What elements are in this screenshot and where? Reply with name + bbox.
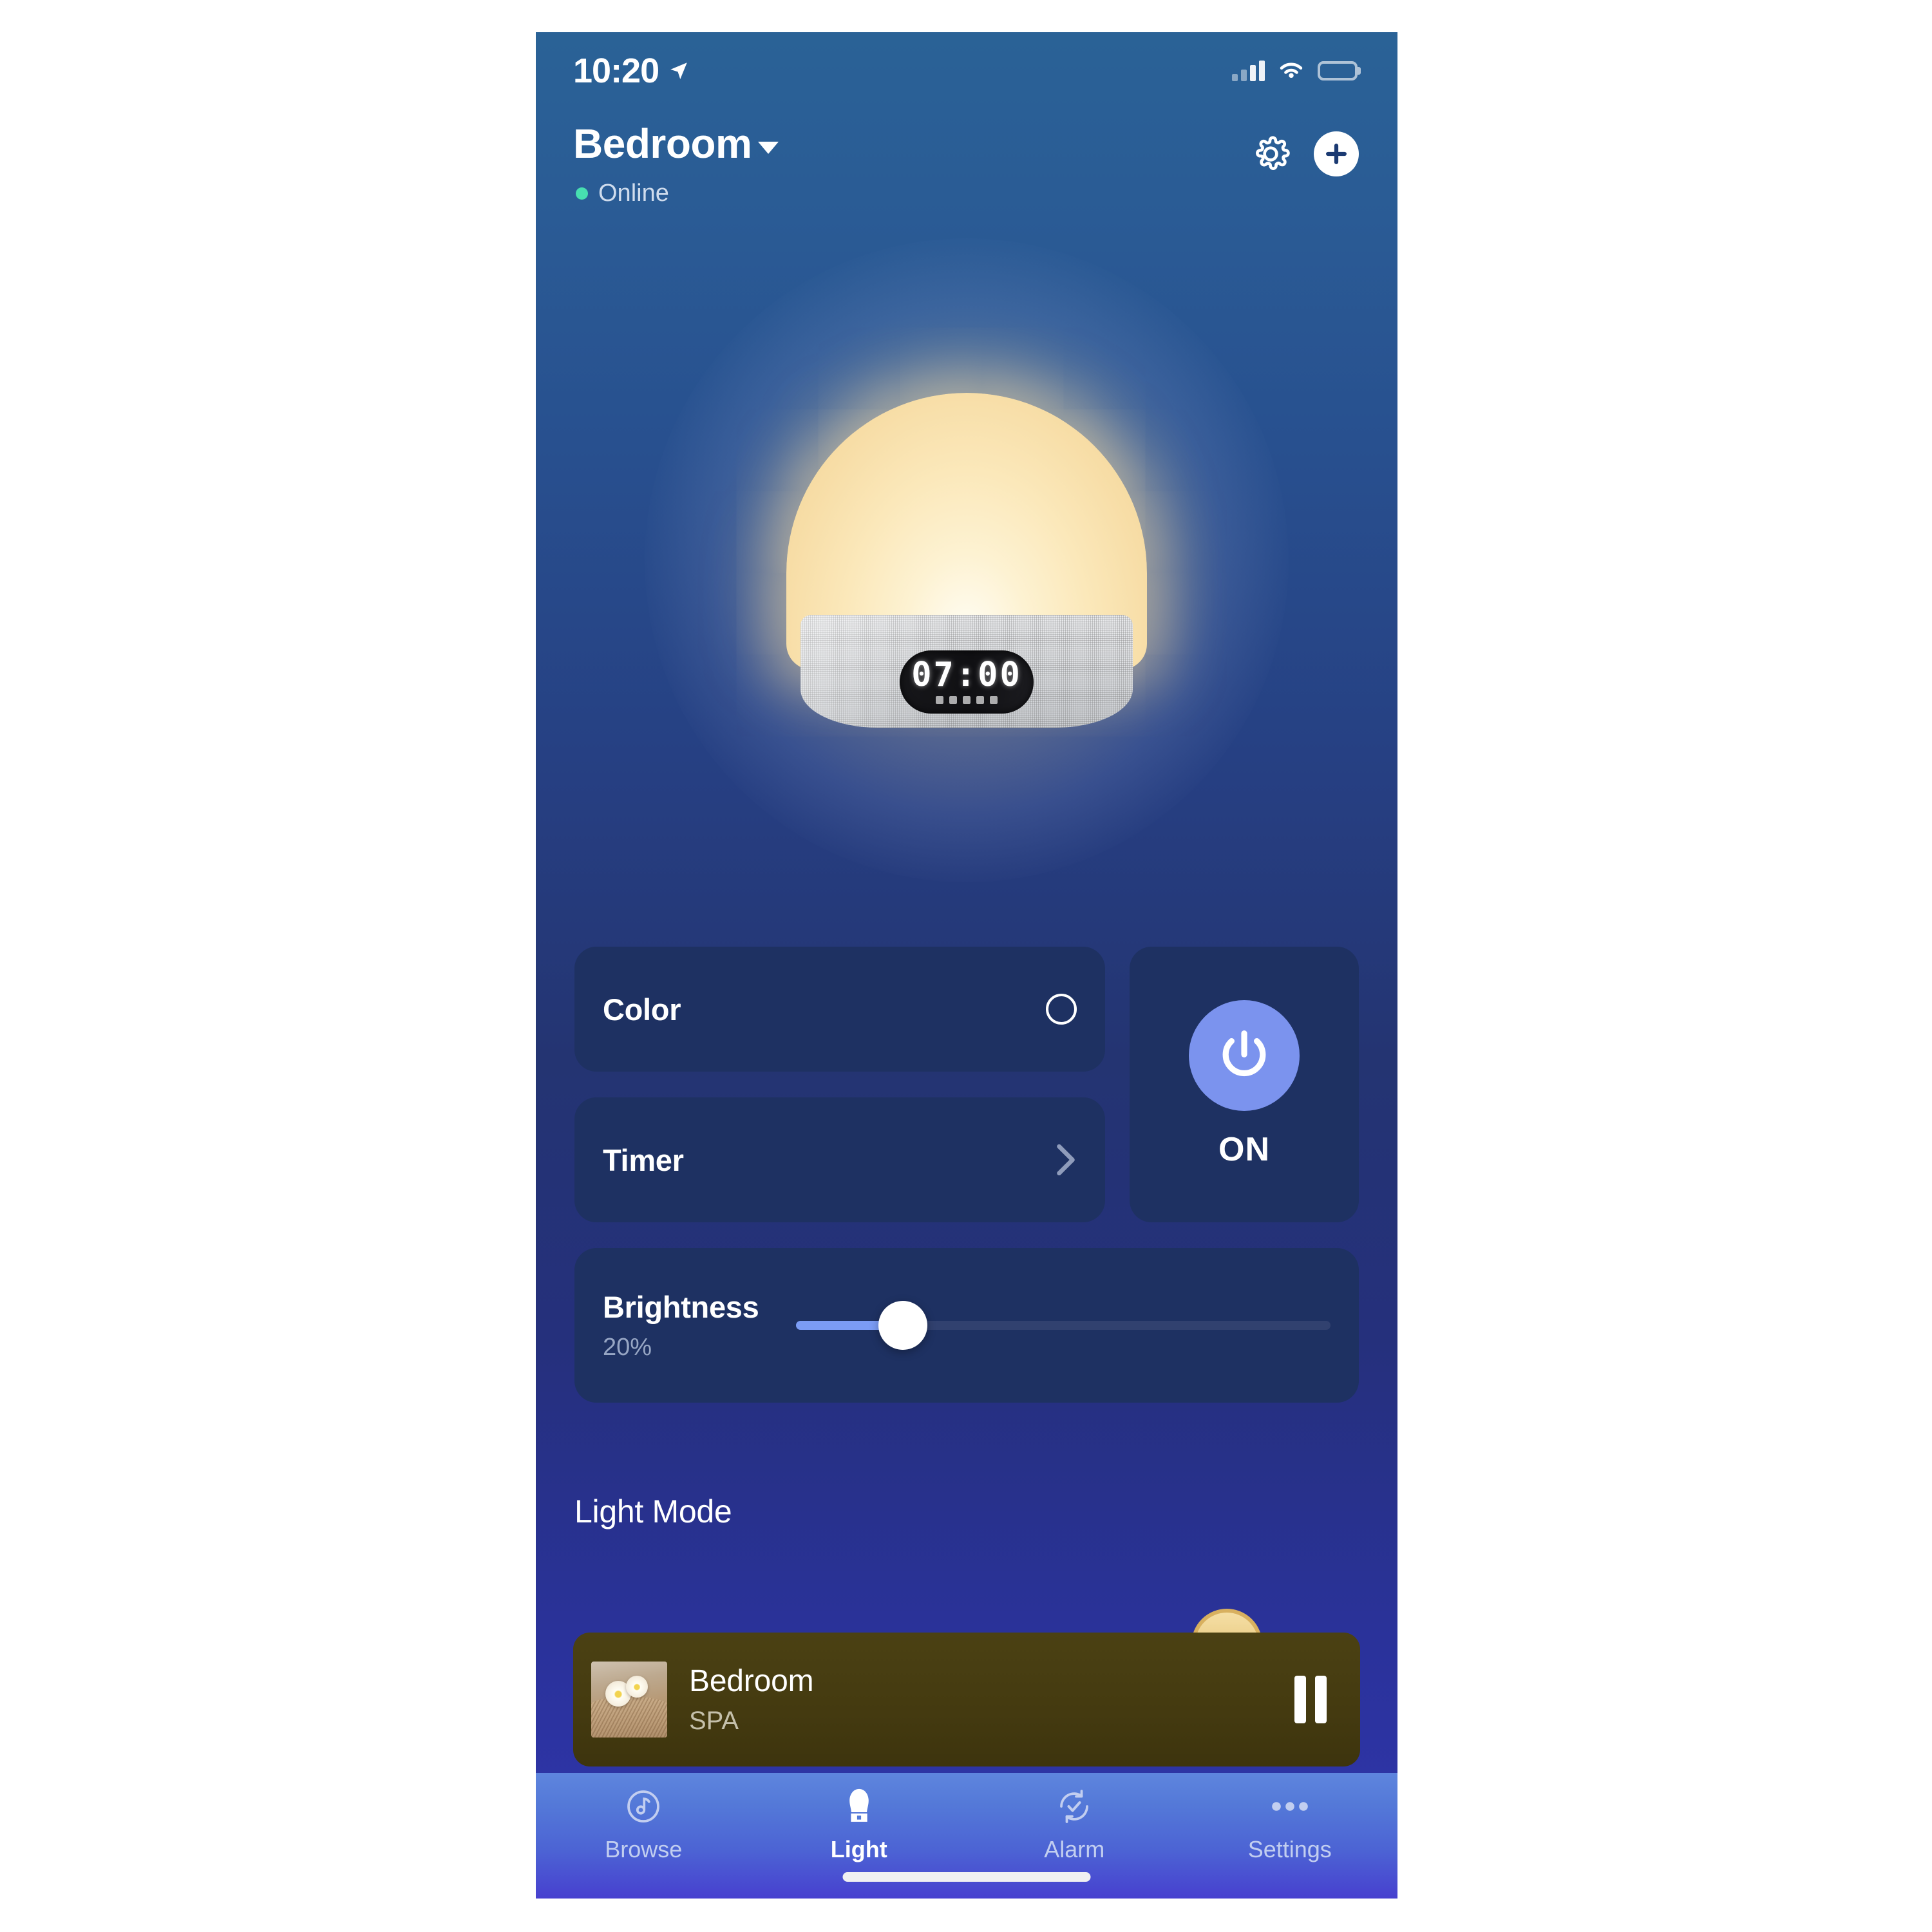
- color-circle-swatch[interactable]: [1046, 994, 1077, 1025]
- tab-light-label: Light: [830, 1836, 887, 1862]
- bottom-tab-bar: Browse Light Alarm Settings: [536, 1773, 1397, 1899]
- slider-knob[interactable]: [878, 1301, 927, 1350]
- brightness-card: Brightness 20%: [574, 1248, 1359, 1403]
- brightness-texts: Brightness 20%: [603, 1289, 796, 1361]
- tab-alarm[interactable]: Alarm: [967, 1785, 1182, 1863]
- timer-card[interactable]: Timer: [574, 1097, 1105, 1222]
- music-note-circle-icon: [624, 1785, 663, 1828]
- cellular-signal-icon: [1232, 61, 1265, 81]
- color-card[interactable]: Color: [574, 947, 1105, 1072]
- status-bar-time: 10:20: [573, 52, 659, 90]
- power-button[interactable]: [1189, 1000, 1300, 1111]
- status-bar: 10:20: [536, 32, 1397, 109]
- power-icon: [1222, 1030, 1266, 1077]
- brightness-label: Brightness: [603, 1290, 759, 1324]
- controls-section: Color Timer ON Brightness 20%: [574, 947, 1359, 1403]
- location-arrow-icon: [670, 62, 687, 79]
- chevron-right-icon: [1057, 1144, 1075, 1176]
- controls-left-column: Color Timer: [574, 947, 1105, 1222]
- media-title: Bedroom: [689, 1664, 814, 1698]
- room-name: Bedroom: [573, 120, 752, 167]
- tab-settings[interactable]: Settings: [1182, 1785, 1398, 1863]
- spa-flowers-thumbnail: [591, 1662, 667, 1738]
- power-state-label: ON: [1218, 1131, 1270, 1168]
- ellipsis-icon: [1270, 1785, 1310, 1828]
- brightness-value: 20%: [603, 1334, 652, 1361]
- media-subtitle: SPA: [689, 1707, 739, 1735]
- room-selector[interactable]: Bedroom: [573, 122, 779, 166]
- media-player-bar[interactable]: Bedroom SPA: [573, 1633, 1360, 1766]
- tab-browse[interactable]: Browse: [536, 1785, 752, 1863]
- header-left: Bedroom Online: [573, 116, 779, 207]
- add-device-button[interactable]: [1314, 131, 1359, 176]
- status-bar-right: [1232, 61, 1358, 81]
- tab-alarm-label: Alarm: [1044, 1836, 1105, 1862]
- clock-time: 07:00: [911, 655, 1022, 694]
- plus-icon: [1326, 144, 1347, 164]
- light-mode-heading: Light Mode: [574, 1493, 732, 1530]
- sunrise-lamp-illustration[interactable]: 07:00: [786, 393, 1147, 728]
- home-indicator: [842, 1872, 1091, 1882]
- alarm-check-icon: [1055, 1785, 1094, 1828]
- tab-light[interactable]: Light: [752, 1785, 967, 1863]
- timer-label: Timer: [603, 1142, 684, 1177]
- lamp-icon: [840, 1785, 878, 1828]
- status-bar-left: 10:20: [573, 51, 690, 91]
- screenshot-canvas: 10:20 Bedroom Online 07:00 Color Timer O…: [0, 0, 1932, 1932]
- clock-indicator-icons: [936, 696, 998, 704]
- controls-row: Color Timer ON: [574, 947, 1359, 1222]
- media-meta: Bedroom SPA: [689, 1663, 1294, 1736]
- lamp-clock-display: 07:00: [900, 650, 1034, 714]
- status-label: Online: [598, 180, 669, 207]
- tab-browse-label: Browse: [605, 1836, 683, 1862]
- brightness-slider[interactable]: [796, 1301, 1331, 1350]
- header-actions: [1249, 116, 1359, 176]
- connection-status: Online: [573, 180, 779, 207]
- status-dot: [576, 187, 588, 200]
- chevron-down-icon: [758, 142, 779, 155]
- pause-icon[interactable]: [1294, 1676, 1327, 1723]
- gear-icon[interactable]: [1249, 133, 1292, 175]
- battery-icon: [1318, 61, 1358, 80]
- power-card[interactable]: ON: [1130, 947, 1359, 1222]
- color-label: Color: [603, 992, 681, 1027]
- app-header: Bedroom Online: [536, 116, 1397, 207]
- tab-settings-label: Settings: [1247, 1836, 1332, 1862]
- wifi-icon: [1280, 62, 1303, 79]
- phone-screen: 10:20 Bedroom Online 07:00 Color Timer O…: [536, 32, 1397, 1899]
- device-hero: 07:00: [536, 225, 1397, 895]
